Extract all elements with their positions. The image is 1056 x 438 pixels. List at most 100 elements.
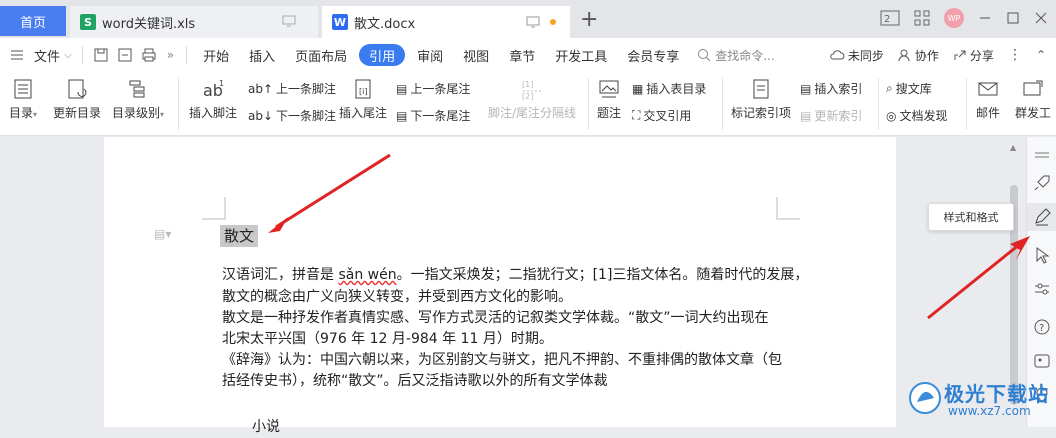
- paragraph-handle-icon[interactable]: ▤▾: [154, 227, 171, 241]
- collapse-ribbon-icon[interactable]: ⌃: [1036, 48, 1046, 62]
- menu-member[interactable]: 会员专享: [617, 38, 689, 72]
- maximize-icon[interactable]: [1006, 11, 1020, 25]
- update-toc-button[interactable]: 更新目录: [50, 78, 104, 121]
- menu-review[interactable]: 审阅: [407, 38, 453, 72]
- insert-endnote-label: 插入尾注: [338, 106, 387, 120]
- update-index-button[interactable]: ▤ 更新索引: [800, 107, 862, 124]
- menu-references[interactable]: 引用: [359, 44, 406, 66]
- mail-button[interactable]: 邮件: [972, 78, 1004, 121]
- menu-bar: 文件 ⌵ » 开始 插入 页面布局 引用 审阅 视图 章节 开发工具 会员专享 …: [0, 38, 1056, 72]
- image-tool-icon[interactable]: [1032, 351, 1052, 371]
- more-options-icon[interactable]: ⋮: [1008, 47, 1022, 63]
- file-menu[interactable]: 文件 ⌵: [30, 38, 76, 72]
- table-toc-icon: ▦: [632, 81, 644, 96]
- svg-text:[1]: [1]: [522, 80, 533, 89]
- more-quick-icon[interactable]: »: [161, 48, 180, 62]
- search-library-label: 搜文库: [895, 82, 932, 96]
- hamburger-menu-icon[interactable]: [0, 49, 30, 61]
- footnote-separator-button[interactable]: [1] [2] 脚注/尾注分隔线: [484, 78, 580, 121]
- update-toc-icon: [68, 79, 87, 99]
- monitor-icon[interactable]: [282, 15, 296, 27]
- insert-index-button[interactable]: ▤ 插入索引: [800, 80, 862, 97]
- close-icon[interactable]: [1034, 11, 1048, 25]
- save-icon[interactable]: [89, 47, 113, 63]
- doc-discover-label: 文档发现: [899, 109, 948, 123]
- caption-label: 题注: [596, 106, 621, 120]
- minimize-icon[interactable]: [978, 11, 992, 25]
- collab-button[interactable]: 协作: [898, 47, 939, 64]
- user-plus-icon: [898, 49, 910, 62]
- section-heading[interactable]: 小说: [252, 417, 280, 438]
- library-icon: ⌕: [886, 81, 893, 95]
- grid-apps-icon[interactable]: [914, 10, 930, 26]
- endnote-icon: [i]: [355, 79, 371, 99]
- menu-dev-tools[interactable]: 开发工具: [545, 38, 617, 72]
- text-span: 汉语词汇，拼音是: [222, 267, 339, 283]
- paragraph-line[interactable]: 括经传史书），统称“散文”。后又泛指诗歌以外的所有文学体裁: [222, 371, 608, 392]
- divider: [588, 78, 589, 130]
- tab-home[interactable]: 首页: [0, 6, 66, 36]
- search-library-button[interactable]: ⌕ 搜文库: [886, 80, 932, 97]
- print-icon[interactable]: [137, 47, 161, 63]
- svg-text:2: 2: [884, 14, 890, 25]
- paragraph-line[interactable]: 散文的概念由广义向狭义转变，并受到西方文化的影响。: [222, 287, 572, 308]
- scroll-up-icon[interactable]: ▲: [1010, 143, 1016, 152]
- document-icon: W: [332, 14, 348, 30]
- margin-corner-mark: [776, 197, 800, 220]
- toc-button[interactable]: 目录▾: [6, 78, 40, 121]
- dropdown-caret-icon: ▾: [33, 110, 38, 119]
- menu-insert[interactable]: 插入: [239, 38, 285, 72]
- insert-footnote-label: 插入脚注: [188, 106, 237, 120]
- export-icon[interactable]: [113, 47, 137, 63]
- doc-discover-button[interactable]: ◎ 文档发现: [886, 107, 948, 124]
- document-page[interactable]: ▤▾ 散文 汉语词汇，拼音是 sǎn wén。一指文采焕发；二指犹行文；[1]三…: [104, 137, 896, 435]
- mark-index-label: 标记索引项: [730, 106, 791, 120]
- update-toc-label: 更新目录: [52, 106, 101, 120]
- cloud-icon: [830, 50, 845, 60]
- pinyin-text: sǎn wén: [338, 267, 397, 283]
- tab-xls-file[interactable]: S word关键词.xls: [70, 6, 318, 38]
- style-format-button[interactable]: [1027, 203, 1056, 231]
- sync-status[interactable]: 未同步: [829, 47, 884, 64]
- menu-view[interactable]: 视图: [453, 38, 499, 72]
- group-send-button[interactable]: 群发工: [1010, 78, 1056, 121]
- menu-start[interactable]: 开始: [193, 38, 239, 72]
- next-footnote-button[interactable]: ab↓ 下一条脚注: [248, 107, 336, 124]
- mark-index-button[interactable]: 标记索引项: [728, 78, 794, 121]
- caption-button[interactable]: 题注: [594, 78, 624, 121]
- text-span: 。一指文采焕发；二指犹行文；[1]三指文体名。随着时代的发展，: [396, 267, 809, 283]
- sync-status-label: 未同步: [847, 48, 884, 63]
- tab-docx-file[interactable]: W 散文.docx: [322, 6, 570, 38]
- watermark-url: www.xz7.com: [948, 404, 1031, 418]
- prev-footnote-label: 上一条脚注: [276, 82, 337, 96]
- group-send-icon: [1023, 80, 1043, 96]
- user-avatar[interactable]: WP: [944, 8, 964, 28]
- mail-label: 邮件: [975, 106, 1000, 120]
- insert-endnote-button[interactable]: [i] 插入尾注: [336, 78, 390, 121]
- insert-index-label: 插入索引: [814, 82, 863, 96]
- paragraph-line[interactable]: 《辞海》认为：中国六朝以来，为区别韵文与骈文，把凡不押韵、不重排偶的散体文章（包: [222, 350, 782, 371]
- paragraph-line[interactable]: 汉语词汇，拼音是 sǎn wén。一指文采焕发；二指犹行文；[1]三指文体名。随…: [222, 265, 808, 286]
- paragraph-line[interactable]: 散文是一种抒发作者真情实感、写作方式灵活的记叙类文学体裁。“散文”一词大约出现在: [222, 308, 769, 329]
- command-search[interactable]: 查找命令...: [697, 47, 775, 64]
- prev-footnote-button[interactable]: ab↑ 上一条脚注: [248, 80, 336, 97]
- prev-endnote-button[interactable]: ▤ 上一条尾注: [396, 80, 470, 97]
- style-format-tooltip: 样式和格式: [928, 203, 1014, 231]
- layout-number-icon[interactable]: 2: [880, 10, 900, 26]
- menu-page-layout[interactable]: 页面布局: [285, 38, 357, 72]
- rocket-icon[interactable]: [1032, 173, 1052, 193]
- toc-label: 目录: [8, 106, 33, 120]
- document-title[interactable]: 散文: [220, 225, 259, 247]
- new-tab-button[interactable]: +: [580, 8, 598, 32]
- paragraph-line[interactable]: 北宋太平兴国（976 年 12 月-984 年 11 月）时期。: [222, 329, 553, 350]
- cross-ref-button[interactable]: ⛶ 交叉引用: [632, 107, 691, 124]
- collapse-sidebar-icon[interactable]: [1032, 145, 1052, 165]
- insert-table-toc-button[interactable]: ▦ 插入表目录: [632, 80, 706, 97]
- insert-footnote-button[interactable]: ab 1 插入脚注: [186, 78, 240, 121]
- toc-level-button[interactable]: 目录级别▾: [110, 78, 166, 121]
- menu-section[interactable]: 章节: [499, 38, 545, 72]
- monitor-icon[interactable]: [526, 16, 540, 28]
- share-button[interactable]: 分享: [953, 47, 994, 64]
- search-icon: [698, 49, 711, 62]
- next-endnote-button[interactable]: ▤ 下一条尾注: [396, 107, 470, 124]
